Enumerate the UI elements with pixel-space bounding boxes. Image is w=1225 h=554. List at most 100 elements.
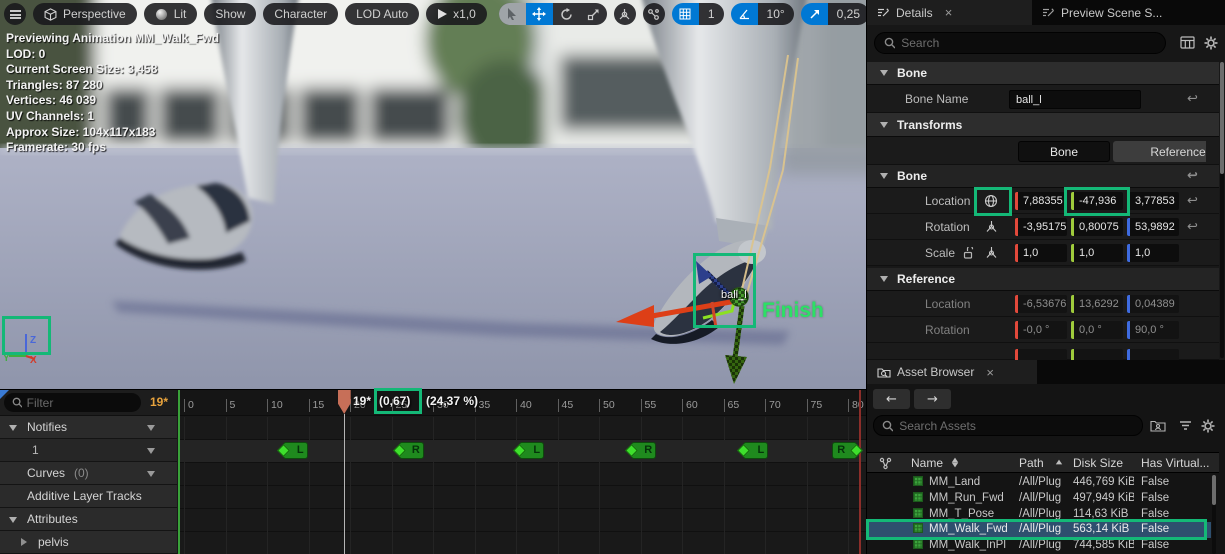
chevron-right-icon[interactable] [21,538,27,546]
display-options-icon[interactable] [1180,36,1195,49]
scale-tool-button[interactable] [580,3,607,25]
reset-to-default-icon[interactable]: ↩ [1187,219,1198,234]
viewport-3d[interactable]: Z Y X Perspective Lit Show Character LOD… [0,0,866,390]
column-name[interactable]: Name [911,456,943,470]
notify-marker-l[interactable]: L [276,442,308,459]
asset-row[interactable]: MM_Walk_InPl/All/Plug 744,585 KiB False [867,538,1211,554]
rotate-tool-button[interactable] [553,3,580,25]
column-path[interactable]: Path [1019,456,1044,470]
timeline-filter-input[interactable] [26,395,133,410]
chevron-down-icon[interactable] [9,425,17,431]
asset-search-input[interactable] [899,418,1134,433]
close-icon[interactable]: × [986,365,994,380]
notify-marker-r[interactable]: R [625,442,657,459]
reset-to-default-icon[interactable]: ↩ [1187,169,1198,184]
chevron-down-icon[interactable] [147,448,155,454]
chevron-down-icon[interactable] [147,471,155,477]
track-row-additive-layer-tracks[interactable]: Additive Layer Tracks [0,485,177,508]
track-row-curves[interactable]: Curves (0) [0,462,177,485]
tab-preview-scene-settings[interactable]: Preview Scene S... [1032,0,1225,25]
rotation-x-field[interactable]: -3,95175 [1015,218,1067,236]
notify-marker-l[interactable]: L [513,442,545,459]
gimbal-icon[interactable] [985,220,998,233]
category-reference[interactable]: Reference [867,268,1219,291]
track-row-attributes[interactable]: Attributes [0,508,177,531]
timeline-track-area[interactable]: 05101520253035404550556065707580 LRLRLR … [178,390,866,554]
space-reference-button[interactable]: Reference [1113,141,1206,162]
asset-scrollbar-thumb[interactable] [1212,475,1216,505]
anim-sequence-icon [913,539,923,550]
show-menu-button[interactable]: Show [204,3,257,25]
transform-space-button[interactable] [613,3,636,25]
folder-filter-icon[interactable] [1150,419,1166,432]
asset-row[interactable]: MM_Walk_Fwd/All/Plug 563,14 KiB False [867,522,1211,539]
reset-to-default-icon[interactable]: ↩ [1187,91,1198,106]
close-icon[interactable]: × [945,5,953,20]
reference-scale-x-field [1015,349,1067,360]
scale-y-field[interactable]: 1,0 [1071,244,1123,262]
asset-search-box[interactable] [873,415,1143,436]
asset-row[interactable]: MM_Run_Fwd/All/Plug 497,949 KiB False [867,491,1211,507]
scale-snap-value[interactable]: 0,25 [827,3,866,25]
asset-row[interactable]: MM_Land/All/Plug 446,769 KiB False [867,475,1211,491]
column-has-virtual[interactable]: Has Virtual... [1141,456,1213,470]
select-tool-button[interactable] [498,3,526,25]
playback-speed-button[interactable]: x1,0 [426,3,487,25]
rotation-z-field[interactable]: 53,9892 [1127,218,1179,236]
filter-icon[interactable] [1179,420,1192,432]
back-button[interactable]: ← [873,389,910,409]
reset-to-default-icon[interactable]: ↩ [1187,193,1198,208]
group-bone[interactable]: Bone ↩ [867,165,1219,188]
forward-button[interactable]: → [914,389,951,409]
location-y-field[interactable]: -47,936 [1071,192,1123,210]
track-row-notifies[interactable]: Notifies [0,416,177,439]
track-row-pelvis[interactable]: pelvis [0,531,177,554]
bone-name-field[interactable]: ball_l [1009,90,1141,109]
location-z-field[interactable]: 3,77853 [1127,192,1179,210]
notify-marker-l[interactable]: L [737,442,769,459]
scale-x-field[interactable]: 1,0 [1015,244,1067,262]
character-menu-button[interactable]: Character [263,3,339,25]
scale-snap-toggle[interactable] [800,3,828,25]
category-bone[interactable]: Bone [867,62,1219,85]
unlock-icon[interactable] [963,247,974,259]
details-scrollbar[interactable] [1220,62,1224,358]
skeleton-options-button[interactable] [642,3,665,25]
track-row-notify-1[interactable]: 1 [0,439,177,462]
notify-marker-r[interactable]: R [392,442,424,459]
chevron-down-icon[interactable] [147,425,155,431]
asset-scrollbar[interactable] [1212,475,1216,554]
location-x-field[interactable]: 7,88355 [1015,192,1067,210]
asset-row[interactable]: MM_T_Pose/All/Plug 114,63 KiB False [867,507,1211,523]
gimbal-icon[interactable] [985,246,998,259]
grid-snap-toggle[interactable] [671,3,699,25]
globe-icon[interactable] [984,194,998,208]
gear-icon[interactable] [1201,419,1215,433]
rotation-y-field[interactable]: 0,80075 [1071,218,1123,236]
scale-z-field[interactable]: 1,0 [1127,244,1179,262]
details-search-box[interactable] [874,32,1166,54]
chevron-down-icon[interactable] [9,517,17,523]
gear-icon[interactable] [1204,36,1218,50]
column-disk-size[interactable]: Disk Size [1073,456,1123,470]
rotation-snap-value[interactable]: 10° [757,3,794,25]
lod-auto-button[interactable]: LOD Auto [345,3,420,25]
viewport-menu-button[interactable] [4,3,26,25]
lit-mode-button[interactable]: Lit [143,3,198,25]
tab-asset-browser[interactable]: Asset Browser × [867,360,1037,384]
details-search-input[interactable] [901,36,1156,50]
reference-scale-z-field [1127,349,1179,360]
space-bone-button[interactable]: Bone [1018,141,1110,162]
rotation-snap-toggle[interactable] [730,3,758,25]
asset-has-virtual: False [1141,476,1170,488]
category-transforms[interactable]: Transforms [867,113,1219,137]
details-scrollbar-thumb[interactable] [1220,62,1224,174]
perspective-button[interactable]: Perspective [33,3,137,25]
move-tool-button[interactable] [525,3,553,25]
timeline-ruler[interactable]: 05101520253035404550556065707580 [178,390,866,416]
notify-letter: L [757,444,765,456]
grid-snap-value[interactable]: 1 [698,3,724,25]
notify-marker-r[interactable]: R [832,442,864,459]
timeline-filter-box[interactable] [4,393,141,412]
tab-details[interactable]: Details × [867,0,1032,25]
